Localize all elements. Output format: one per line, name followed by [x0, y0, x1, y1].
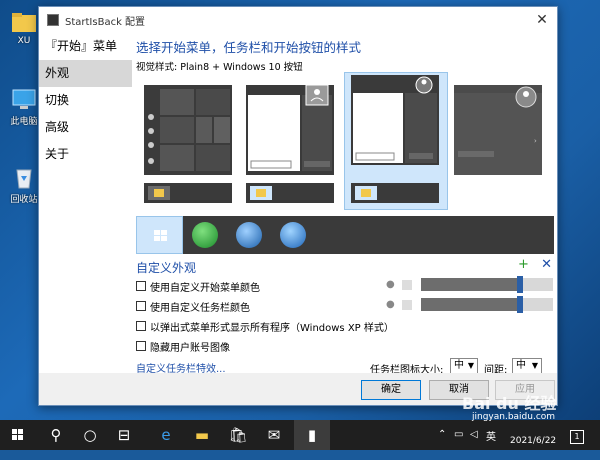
task-view-icon[interactable]: ⊟: [106, 420, 142, 450]
desktop-icon-label: XU: [17, 36, 31, 46]
icon-size-select[interactable]: 中 ▼: [450, 358, 478, 374]
remove-icon[interactable]: ✕: [541, 257, 552, 272]
option-custom-start-color[interactable]: 使用自定义开始菜单颜色: [136, 279, 260, 294]
style-thumbnail-3[interactable]: [351, 75, 439, 165]
transparency-slider-taskbar[interactable]: [421, 296, 553, 313]
network-icon[interactable]: ▭: [454, 429, 463, 440]
start-button-selector: [136, 216, 554, 254]
transparency-drop-icon: ●: [386, 279, 395, 290]
sidebar-item-start-menu[interactable]: 『开始』菜单: [39, 33, 132, 60]
desktop-icon-label: 回收站: [10, 195, 38, 205]
window-title: StartIsBack 配置: [65, 16, 146, 28]
style-thumbnail-4[interactable]: ›: [454, 85, 542, 175]
recycle-bin-icon: [11, 166, 37, 190]
page-title: 选择开始菜单，任务栏和开始按钮的样式: [136, 40, 362, 55]
visual-style-label: 视觉样式: Plain8 + Windows 10 按钮: [136, 62, 303, 73]
startisback-taskbar-icon[interactable]: ▮: [294, 420, 330, 450]
show-hidden-icons[interactable]: ⌃: [438, 429, 446, 440]
checkbox[interactable]: [136, 301, 146, 311]
title-bar[interactable]: StartIsBack 配置 ✕: [39, 7, 557, 33]
option-label: 隐藏用户账号图像: [150, 342, 230, 354]
edge-browser-icon[interactable]: e: [148, 420, 184, 450]
color-swatch-taskbar[interactable]: [402, 300, 412, 310]
ok-button[interactable]: 确定: [361, 380, 421, 400]
volume-icon[interactable]: ◁: [470, 429, 478, 440]
option-custom-taskbar-color[interactable]: 使用自定义任务栏颜色: [136, 299, 250, 314]
file-explorer-icon[interactable]: ▬: [184, 420, 220, 450]
preset-actions: + ✕: [518, 257, 552, 272]
cortana-icon[interactable]: ○: [72, 420, 108, 450]
custom-appearance-title: 自定义外观: [136, 261, 197, 275]
option-label: 使用自定义任务栏颜色: [150, 302, 250, 314]
start-orb-win7-icon[interactable]: [236, 222, 262, 248]
appearance-panel: 选择开始菜单，任务栏和开始按钮的样式 视觉样式: Plain8 + Window…: [136, 33, 556, 376]
spacing-value: 中: [516, 360, 526, 371]
style-thumbnail-2[interactable]: [246, 84, 334, 175]
desktop-icon-user[interactable]: XU: [6, 10, 42, 46]
checkbox[interactable]: [136, 281, 146, 291]
start-button[interactable]: [0, 420, 36, 450]
system-date[interactable]: 2021/6/22: [510, 436, 556, 446]
slider-thumb[interactable]: [517, 276, 523, 293]
sidebar-item-advanced[interactable]: 高级: [39, 114, 132, 141]
chevron-down-icon: ▼: [467, 361, 474, 370]
windows-logo-icon: [154, 230, 167, 241]
spacing-select[interactable]: 中 ▼: [512, 358, 542, 374]
ime-indicator[interactable]: 英: [486, 428, 496, 443]
svg-text:›: ›: [534, 137, 537, 145]
sidebar-item-appearance[interactable]: 外观: [39, 60, 132, 87]
watermark-url: jingyan.baidu.com: [472, 412, 556, 422]
windows-logo-icon: [12, 429, 23, 440]
style-taskbar-preview-1: [144, 183, 232, 203]
option-label: 以弹出式菜单形式显示所有程序（Windows XP 样式）: [150, 322, 394, 334]
folder-icon: [11, 10, 37, 34]
sidebar: 『开始』菜单 外观 切换 高级 关于: [39, 33, 132, 373]
transparency-drop-icon: ●: [386, 299, 395, 310]
config-window: StartIsBack 配置 ✕ 『开始』菜单 外观 切换 高级 关于 选择开始…: [38, 6, 558, 406]
color-swatch-start[interactable]: [402, 280, 412, 290]
desktop-icon-this-pc[interactable]: 此电脑: [6, 88, 42, 127]
mail-icon[interactable]: ✉: [256, 420, 292, 450]
chevron-down-icon: ▼: [531, 361, 538, 370]
close-button[interactable]: ✕: [527, 12, 557, 28]
notification-center-icon[interactable]: 1: [570, 430, 584, 444]
checkbox[interactable]: [136, 341, 146, 351]
option-hide-user-picture[interactable]: 隐藏用户账号图像: [136, 339, 230, 354]
option-label: 使用自定义开始菜单颜色: [150, 282, 260, 294]
store-icon[interactable]: 🛍: [220, 420, 256, 450]
desktop-icon-label: 此电脑: [10, 117, 38, 127]
taskbar: ⚲ ○ ⊟ e ▬ 🛍 ✉ ▮ ⌃ ▭ ◁ 英 2021/6/22 1 jing…: [0, 412, 600, 450]
desktop-icon-recycle-bin[interactable]: 回收站: [6, 166, 42, 205]
icon-size-value: 中: [454, 360, 464, 371]
option-xp-style-menu[interactable]: 以弹出式菜单形式显示所有程序（Windows XP 样式）: [136, 319, 394, 334]
watermark-logo: Bai du 经验: [462, 394, 557, 413]
style-taskbar-preview-3: [351, 183, 439, 203]
start-button-windows10[interactable]: [136, 216, 183, 254]
style-taskbar-preview-2: [246, 183, 334, 203]
start-orb-green-icon[interactable]: [192, 222, 218, 248]
checkbox[interactable]: [136, 321, 146, 331]
slider-thumb[interactable]: [517, 296, 523, 313]
computer-icon: [11, 88, 37, 112]
search-icon[interactable]: ⚲: [38, 420, 74, 450]
add-icon[interactable]: +: [518, 257, 529, 272]
transparency-slider-start[interactable]: [421, 276, 553, 293]
sidebar-item-about[interactable]: 关于: [39, 141, 132, 168]
start-orb-vista-icon[interactable]: [280, 222, 306, 248]
style-thumbnail-1[interactable]: [144, 85, 232, 175]
sidebar-item-switching[interactable]: 切换: [39, 87, 132, 114]
app-icon: [47, 14, 59, 26]
